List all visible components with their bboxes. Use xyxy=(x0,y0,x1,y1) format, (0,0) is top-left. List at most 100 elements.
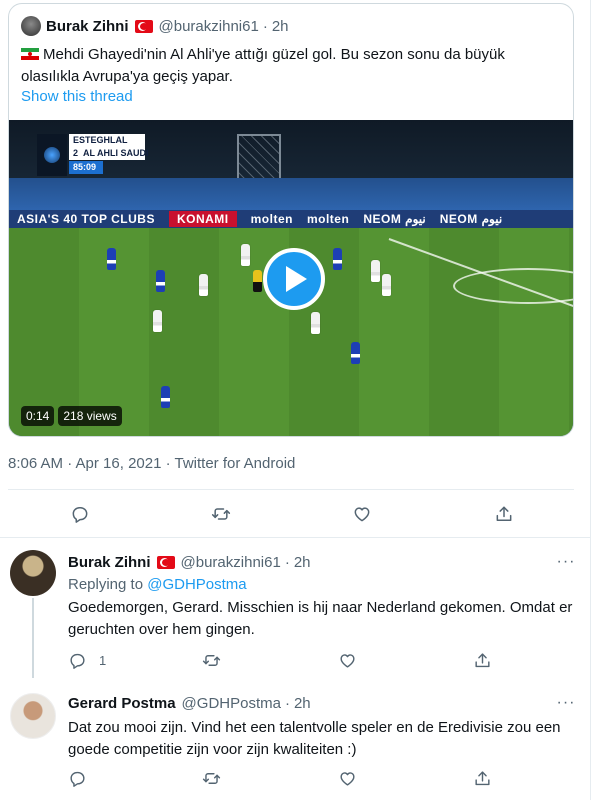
thread-connector-line xyxy=(32,598,34,678)
divider xyxy=(8,489,574,490)
quoted-tweet-text-block: Mehdi Ghayedi'nin Al Ahli'ye attığı güze… xyxy=(21,44,561,88)
retweet-button[interactable] xyxy=(202,648,221,672)
player-white xyxy=(382,274,391,296)
like-button[interactable] xyxy=(338,648,357,672)
reply-button[interactable] xyxy=(68,766,87,790)
column-border xyxy=(590,0,591,800)
scorebug-team2-row: 2 AL AHLI SAUDI xyxy=(69,147,149,160)
player-white xyxy=(241,244,250,266)
retweet-icon xyxy=(202,654,221,666)
scorebug: ESTEGHLAL 2 AL AHLI SAUDI 85:09 xyxy=(37,134,149,176)
divider xyxy=(0,537,590,538)
tweet-timestamp[interactable]: 8:06 AM · Apr 16, 2021 · Twitter for And… xyxy=(8,455,295,472)
more-options-icon[interactable]: ··· xyxy=(556,695,576,717)
quoted-tweet-text: Mehdi Ghayedi'nin Al Ahli'ye attığı güze… xyxy=(21,46,505,85)
video-info: 0:14 218 views xyxy=(21,406,122,426)
replying-to: Replying to @GDHPostma xyxy=(68,576,247,593)
reply-icon xyxy=(70,653,85,669)
like-button[interactable] xyxy=(350,502,374,526)
reply-text: Dat zou mooi zijn. Vind het een talentvo… xyxy=(68,719,561,758)
header-separator: · xyxy=(262,17,268,35)
reply-text: Goedemorgen, Gerard. Misschien is hij na… xyxy=(68,599,573,638)
quoted-tweet-time[interactable]: 2h xyxy=(272,18,289,35)
header-separator: · xyxy=(284,694,290,712)
like-icon xyxy=(354,507,370,522)
share-icon xyxy=(475,770,490,785)
retweet-icon xyxy=(211,508,231,520)
play-button[interactable] xyxy=(263,248,325,310)
turkey-flag-icon xyxy=(134,19,153,33)
replying-to-label: Replying to xyxy=(68,576,144,593)
header-separator: · xyxy=(284,553,290,571)
reply-time[interactable]: 2h xyxy=(294,695,311,712)
scorebug-clock: 85:09 xyxy=(69,161,103,174)
replying-to-handle[interactable]: @GDHPostma xyxy=(147,576,246,593)
player-white xyxy=(153,310,162,332)
ad-text: molten xyxy=(250,212,293,226)
scorebug-team2: AL AHLI SAUDI xyxy=(83,148,149,158)
reply-author-handle: @GDHPostma xyxy=(181,694,281,712)
champions-league-logo-icon xyxy=(37,134,67,176)
quoted-author-name[interactable]: Burak Zihni xyxy=(46,18,129,35)
player-white xyxy=(199,274,208,296)
video-player[interactable]: ASIA'S 40 TOP CLUBS KONAMI molten molten… xyxy=(9,120,573,436)
stadium-stand xyxy=(9,178,573,212)
quoted-author-handle: @burakzihni61 xyxy=(158,17,259,35)
reply-author-avatar[interactable] xyxy=(10,693,56,739)
advertising-board: ASIA'S 40 TOP CLUBS KONAMI molten molten… xyxy=(9,210,573,228)
scorebug-team1: ESTEGHLAL xyxy=(69,134,145,147)
share-button[interactable] xyxy=(473,766,492,790)
reply-author-name[interactable]: Gerard Postma xyxy=(68,695,176,712)
player-white xyxy=(311,312,320,334)
retweet-button[interactable] xyxy=(202,766,221,790)
reply-header: Burak Zihni @burakzihni61 · 2h xyxy=(68,552,311,572)
reply-actions: 1 xyxy=(68,648,508,672)
like-icon xyxy=(340,653,355,668)
like-button[interactable] xyxy=(338,766,357,790)
player-blue xyxy=(333,248,342,270)
retweet-icon xyxy=(202,772,221,784)
ad-text: molten xyxy=(306,212,350,226)
ad-text: NEOM نيوم xyxy=(439,212,503,226)
quoted-author-avatar[interactable] xyxy=(21,16,41,36)
player-blue xyxy=(161,386,170,408)
share-button[interactable] xyxy=(473,648,492,672)
reply-author-handle: @burakzihni61 xyxy=(180,553,281,571)
floodlight-tower xyxy=(237,134,281,184)
tweet-actions xyxy=(8,498,574,530)
referee xyxy=(253,270,262,292)
ad-text: KONAMI xyxy=(168,211,237,227)
more-options-icon[interactable]: ··· xyxy=(556,554,576,576)
quoted-tweet-card[interactable]: Burak Zihni @burakzihni61 · 2h Mehdi Gha… xyxy=(8,3,574,437)
pitch-arc xyxy=(453,268,573,304)
reply-button[interactable] xyxy=(68,502,92,526)
player-blue xyxy=(107,248,116,270)
iran-flag-icon xyxy=(21,48,39,60)
reply-header: Gerard Postma @GDHPostma · 2h xyxy=(68,693,311,713)
reply-time[interactable]: 2h xyxy=(294,554,311,571)
show-thread-link[interactable]: Show this thread xyxy=(21,88,133,105)
reply-author-name[interactable]: Burak Zihni xyxy=(68,554,151,571)
scorebug-score: 2 xyxy=(73,148,79,158)
reply-button[interactable]: 1 xyxy=(68,648,106,672)
play-icon xyxy=(286,266,307,292)
share-icon xyxy=(475,652,490,667)
player-blue xyxy=(351,342,360,364)
share-button[interactable] xyxy=(492,502,516,526)
ad-text: ASIA'S 40 TOP CLUBS xyxy=(17,212,155,226)
reply-author-avatar[interactable] xyxy=(10,550,56,596)
player-blue xyxy=(156,270,165,292)
ad-text: NEOM نيوم xyxy=(363,212,426,226)
reply-icon xyxy=(72,507,88,523)
video-views: 218 views xyxy=(58,406,122,426)
like-icon xyxy=(340,771,355,786)
retweet-button[interactable] xyxy=(209,502,233,526)
reply-icon xyxy=(70,771,85,787)
video-duration: 0:14 xyxy=(21,406,55,426)
reply-actions xyxy=(68,766,508,790)
reply-count: 1 xyxy=(99,652,107,668)
turkey-flag-icon xyxy=(156,555,175,569)
share-icon xyxy=(496,506,512,521)
player-white xyxy=(371,260,380,282)
quoted-tweet-header: Burak Zihni @burakzihni61 · 2h xyxy=(21,15,289,37)
